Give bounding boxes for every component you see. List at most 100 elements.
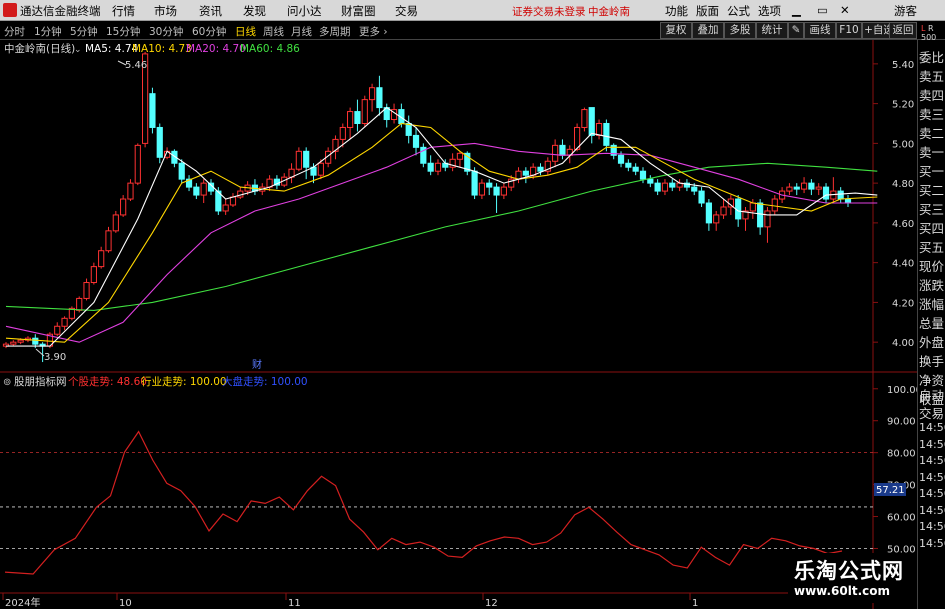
tick-time-1: 14:56 — [919, 437, 945, 451]
menu-item-market[interactable]: 市场 — [154, 3, 177, 19]
candle-body — [486, 182, 493, 188]
menu-item-discover[interactable]: 发现 — [243, 3, 266, 19]
candle-body — [537, 166, 544, 172]
trade-label-0[interactable]: 自动 — [919, 385, 945, 404]
finance-event-marker[interactable]: 财 — [252, 358, 262, 371]
menu-item-trade[interactable]: 交易 — [395, 3, 418, 19]
chart-title: 中金岭南(日线) — [4, 42, 75, 55]
tick-time-2: 14:56 — [919, 454, 945, 467]
restore-icon[interactable]: ▭ — [817, 3, 828, 17]
quote-label-16: 换手 — [919, 354, 945, 369]
quote-label-15: 外盘 — [919, 335, 945, 350]
candle-body — [295, 150, 302, 170]
quote-label-1: 卖五 — [919, 69, 945, 84]
price-tick-label: 4.80 — [892, 179, 914, 190]
tick-time-6: 14:56 — [919, 520, 945, 533]
candle-body — [61, 317, 68, 327]
close-icon[interactable]: ✕ — [840, 3, 850, 17]
watermark: 乐淘公式网 www.60lt.com — [788, 553, 917, 603]
overlay-button[interactable]: 叠加 — [692, 22, 724, 39]
menu-item-wealth-circle[interactable]: 财富圈 — [341, 3, 376, 19]
minimize-icon[interactable]: ▁ — [792, 3, 801, 17]
period-multi[interactable]: 多周期 — [319, 24, 351, 39]
candle-body — [515, 170, 522, 180]
back-button[interactable]: 返回 — [889, 22, 917, 39]
f10-button[interactable]: F10 — [836, 22, 862, 39]
price-tick-label: 5.20 — [892, 100, 914, 111]
candle-body — [698, 190, 705, 204]
legend-ma20: MA20: 4.70 — [186, 43, 246, 55]
quote-label-13: 涨幅 — [919, 297, 945, 312]
period-timeshare[interactable]: 分时 — [4, 24, 25, 39]
multi-stock-button[interactable]: 多股 — [724, 22, 756, 39]
indicator-market-trend: 大盘走势: 100.00 — [222, 375, 308, 388]
ma5-line — [6, 106, 878, 347]
menu-item-layout[interactable]: 版面 — [696, 3, 719, 19]
candle-body — [98, 250, 105, 268]
trade-label-1[interactable]: 交易 — [919, 403, 945, 422]
period-60min[interactable]: 60分钟 — [192, 24, 226, 39]
date-axis: 2024年 10 11 12 1 — [2, 593, 698, 609]
chevron-right-icon: › — [383, 26, 388, 38]
period-monthly[interactable]: 月线 — [291, 24, 312, 39]
candle-body — [193, 186, 200, 196]
candle-body — [552, 144, 559, 162]
candle-body — [617, 154, 625, 164]
candle-body — [793, 186, 800, 190]
candle-body — [647, 178, 654, 184]
period-toolbar: 分时 1分钟 5分钟 15分钟 30分钟 60分钟 日线 周线 月线 多周期 更… — [0, 21, 945, 40]
date-tick-label: 12 — [485, 598, 498, 609]
panel-corner-label[interactable]: L R 500 — [921, 24, 936, 42]
period-15min[interactable]: 15分钟 — [106, 24, 140, 39]
login-notice[interactable]: 证券交易未登录 — [512, 4, 586, 19]
high-price-annotation: 5.46 — [125, 60, 147, 71]
candle-body — [134, 144, 141, 184]
statistics-button[interactable]: 统计 — [756, 22, 788, 39]
candle-body — [800, 182, 808, 190]
candle-body — [808, 182, 815, 190]
price-tick-label: 4.00 — [892, 338, 914, 349]
watermark-url: www.60lt.com — [794, 584, 891, 598]
candle-body — [76, 297, 83, 311]
quote-label-5: 卖一 — [919, 145, 945, 160]
period-weekly[interactable]: 周线 — [263, 24, 284, 39]
candle-body — [844, 198, 852, 204]
period-5min[interactable]: 5分钟 — [70, 24, 98, 39]
guest-label[interactable]: 游客 — [894, 3, 917, 19]
quote-label-8: 买三 — [919, 202, 945, 217]
menu-item-function[interactable]: 功能 — [665, 3, 688, 19]
tick-time-0: 14:56 — [919, 421, 945, 434]
candle-body — [120, 198, 127, 216]
legend-chevron-icon[interactable]: ⌄ — [74, 45, 82, 55]
ma60-line — [5, 162, 878, 311]
candle-body — [105, 230, 112, 252]
ma-lines-layer — [5, 106, 878, 347]
price-chart[interactable]: 5.40 5.20 5.00 4.80 4.60 4.40 4.20 4.00 100.00 9… — [0, 40, 917, 609]
quote-label-10: 买五 — [919, 240, 945, 255]
indicator-chevron-icon[interactable]: ⊚ — [3, 377, 11, 388]
period-more[interactable]: 更多 › — [359, 24, 388, 39]
adjust-button[interactable]: 复权 — [660, 22, 692, 39]
period-daily[interactable]: 日线 — [235, 24, 256, 39]
candle-body — [156, 126, 163, 158]
period-1min[interactable]: 1分钟 — [34, 24, 62, 39]
app-title: 通达信金融终端 — [20, 4, 101, 18]
top-menu-bar: 通达信金融终端 行情 市场 资讯 发现 问小达 财富圈 交易 证券交易未登录 中… — [0, 0, 945, 21]
indicator-layer: 100.0090.0080.0070.0060.0050.0040.00 — [0, 385, 917, 587]
menu-item-formula[interactable]: 公式 — [727, 3, 750, 19]
draw-line-button[interactable]: 画线 — [804, 22, 836, 39]
menu-item-news[interactable]: 资讯 — [199, 3, 222, 19]
candle-body — [669, 182, 676, 188]
menu-item-options[interactable]: 选项 — [758, 3, 781, 19]
candle-body — [361, 99, 368, 124]
pen-icon[interactable]: ✎ — [788, 22, 804, 39]
legend-ma10: MA10: 4.73 — [132, 43, 192, 55]
quote-side-panel: 委比 卖五 卖四 卖三 卖二 卖一 买一 买二 买三 买四 买五 现价 涨跌 涨幅 总量 外盘 换手 净资 收益 自动… — [917, 40, 945, 609]
indicator-industry-trend: 行业走势: 100.00 — [141, 375, 227, 388]
candle-body — [229, 196, 237, 206]
period-30min[interactable]: 30分钟 — [149, 24, 183, 39]
menu-item-assistant[interactable]: 问小达 — [287, 3, 322, 19]
candle-body — [603, 122, 610, 146]
menu-item-quotes[interactable]: 行情 — [112, 3, 135, 19]
candle-body — [317, 162, 324, 176]
